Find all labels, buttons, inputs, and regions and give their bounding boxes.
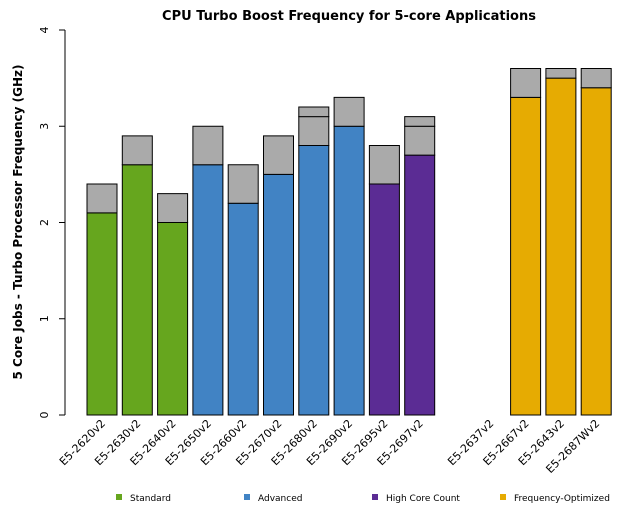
bar-turbo-segment <box>263 135 294 175</box>
legend-swatch <box>116 494 122 500</box>
bar-turbo-segment <box>86 183 118 214</box>
bar-turbo-segment <box>192 125 224 166</box>
bar-turbo-segment <box>510 68 542 98</box>
bar-base <box>580 87 612 416</box>
bar-base <box>333 125 365 416</box>
bar-base <box>263 173 294 416</box>
bar-turbo-segment <box>580 68 612 89</box>
bar-base <box>121 164 153 416</box>
legend-label: Frequency-Optimized <box>514 494 610 504</box>
bar-turbo-segment <box>545 68 577 79</box>
bar-turbo-segment <box>227 164 259 204</box>
legend-label: High Core Count <box>386 494 460 504</box>
y-tick-label: 3 <box>38 123 51 130</box>
bar-turbo-segment <box>404 125 436 156</box>
bar-turbo-segment <box>368 145 400 185</box>
bar-base <box>510 96 542 416</box>
x-tick-labels: E5-2620v2E5-2630v2E5-2640v2E5-2650v2E5-2… <box>57 417 602 476</box>
y-tick-label: 2 <box>38 219 51 226</box>
chart-title: CPU Turbo Boost Frequency for 5-core App… <box>162 9 536 24</box>
chart: CPU Turbo Boost Frequency for 5-core App… <box>11 9 612 504</box>
y-axis-label: 5 Core Jobs - Turbo Processor Frequency … <box>11 64 25 379</box>
y-tick-label: 1 <box>38 315 51 322</box>
bar-turbo-segment <box>404 116 436 127</box>
bar-turbo-segment <box>298 116 330 146</box>
y-axis: 0 1 2 3 4 <box>38 27 66 419</box>
legend-swatch <box>500 494 506 500</box>
bar-base <box>404 154 436 416</box>
bar-turbo-segment <box>298 106 330 118</box>
y-tick-label: 0 <box>38 412 51 419</box>
legend-label: Standard <box>130 494 171 504</box>
bar-base <box>86 212 118 416</box>
bar-turbo-segment <box>121 135 153 166</box>
bar-base <box>157 222 189 416</box>
bar-base <box>192 164 224 416</box>
legend-swatch <box>244 494 250 500</box>
bar-base <box>227 202 259 416</box>
legend-label: Advanced <box>258 494 302 504</box>
bar-base <box>298 145 330 416</box>
bar-turbo-segment <box>333 96 365 127</box>
legend: Standard Advanced High Core Count Frequency… <box>116 494 610 504</box>
bar-turbo-segment <box>157 193 189 223</box>
bars <box>86 68 612 416</box>
bar-base <box>545 77 577 416</box>
legend-swatch <box>372 494 378 500</box>
y-tick-label: 4 <box>38 27 51 34</box>
bar-base <box>368 183 400 416</box>
